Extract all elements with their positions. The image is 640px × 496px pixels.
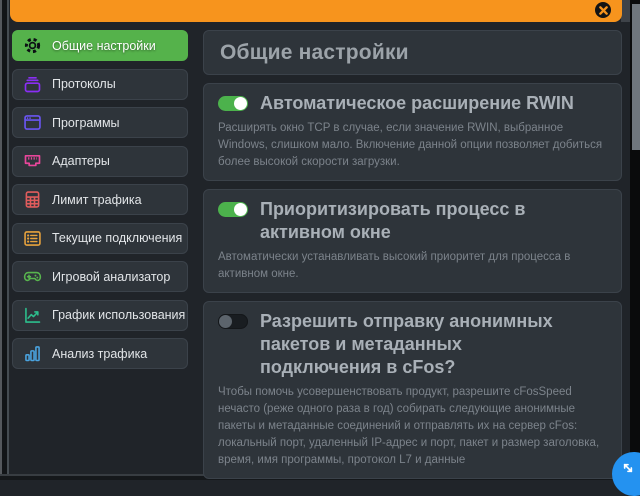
option-title: Приоритизировать процесс в активном окне bbox=[260, 198, 585, 244]
notification-bar bbox=[10, 0, 622, 22]
trays-icon bbox=[22, 74, 43, 95]
option-title: Автоматическое расширение RWIN bbox=[260, 92, 574, 115]
sidebar-item-current-connections[interactable]: Текущие подключения bbox=[12, 223, 188, 254]
content-scrollbar[interactable] bbox=[630, 0, 640, 480]
sidebar-item-label: Лимит трафика bbox=[52, 193, 142, 207]
window-icon bbox=[22, 112, 43, 133]
option-description: Расширять окно TCP в случае, если значен… bbox=[218, 120, 607, 171]
window-left-edge bbox=[0, 0, 9, 480]
sidebar-item-game-analyzer[interactable]: Игровой анализатор bbox=[12, 261, 188, 292]
sidebar-item-label: Адаптеры bbox=[52, 154, 110, 168]
calculator-icon bbox=[22, 189, 43, 210]
gear-icon bbox=[22, 35, 43, 56]
sidebar-item-traffic-analysis[interactable]: Анализ трафика bbox=[12, 338, 188, 369]
sidebar-item-label: Текущие подключения bbox=[52, 231, 182, 245]
sidebar-item-programs[interactable]: Программы bbox=[12, 107, 188, 138]
option-card-send-anonymous-data: Разрешить отправку анонимных пакетов и м… bbox=[203, 301, 622, 479]
option-card-prioritize-active-window: Приоритизировать процесс в активном окне… bbox=[203, 189, 622, 293]
sidebar-item-general-settings[interactable]: Общие настройки bbox=[12, 30, 188, 61]
resize-diagonal-icon bbox=[618, 458, 638, 478]
close-button[interactable] bbox=[595, 2, 611, 18]
sidebar-item-label: Игровой анализатор bbox=[52, 270, 170, 284]
ethernet-icon bbox=[22, 151, 43, 172]
scrollbar-thumb[interactable] bbox=[632, 4, 640, 150]
toggle-knob bbox=[234, 203, 247, 216]
sidebar-item-label: Анализ трафика bbox=[52, 347, 147, 361]
window-corner bbox=[621, 0, 630, 22]
sidebar-item-adapters[interactable]: Адаптеры bbox=[12, 146, 188, 177]
main-content: Общие настройки Автоматическое расширени… bbox=[203, 30, 622, 487]
toggle-rwin-expansion[interactable] bbox=[218, 96, 248, 111]
sidebar-item-traffic-limit[interactable]: Лимит трафика bbox=[12, 184, 188, 215]
page-header-card: Общие настройки bbox=[203, 30, 622, 75]
toggle-knob bbox=[219, 315, 232, 328]
toggle-knob bbox=[234, 97, 247, 110]
sidebar-item-label: Протоколы bbox=[52, 77, 116, 91]
sidebar-item-usage-graph[interactable]: График использования bbox=[12, 300, 188, 331]
toggle-prioritize-active-window[interactable] bbox=[218, 202, 248, 217]
option-card-rwin-expansion: Автоматическое расширение RWIN Расширять… bbox=[203, 83, 622, 181]
bar-chart-icon bbox=[22, 343, 43, 364]
option-description: Автоматически устанавливать высокий прио… bbox=[218, 249, 607, 283]
gamepad-icon bbox=[22, 266, 43, 287]
option-description: Чтобы помочь усовершенствовать продукт, … bbox=[218, 384, 607, 469]
sidebar-item-label: График использования bbox=[52, 308, 185, 322]
toggle-send-anonymous-data[interactable] bbox=[218, 314, 248, 329]
line-chart-icon bbox=[22, 305, 43, 326]
option-title: Разрешить отправку анонимных пакетов и м… bbox=[260, 310, 585, 379]
sidebar: Общие настройки Протоколы Программы Адап… bbox=[12, 30, 188, 377]
sidebar-item-label: Программы bbox=[52, 116, 120, 130]
sidebar-item-label: Общие настройки bbox=[52, 39, 156, 53]
sidebar-item-protocols[interactable]: Протоколы bbox=[12, 69, 188, 100]
close-icon bbox=[599, 6, 608, 15]
page-title: Общие настройки bbox=[220, 41, 409, 65]
list-icon bbox=[22, 228, 43, 249]
